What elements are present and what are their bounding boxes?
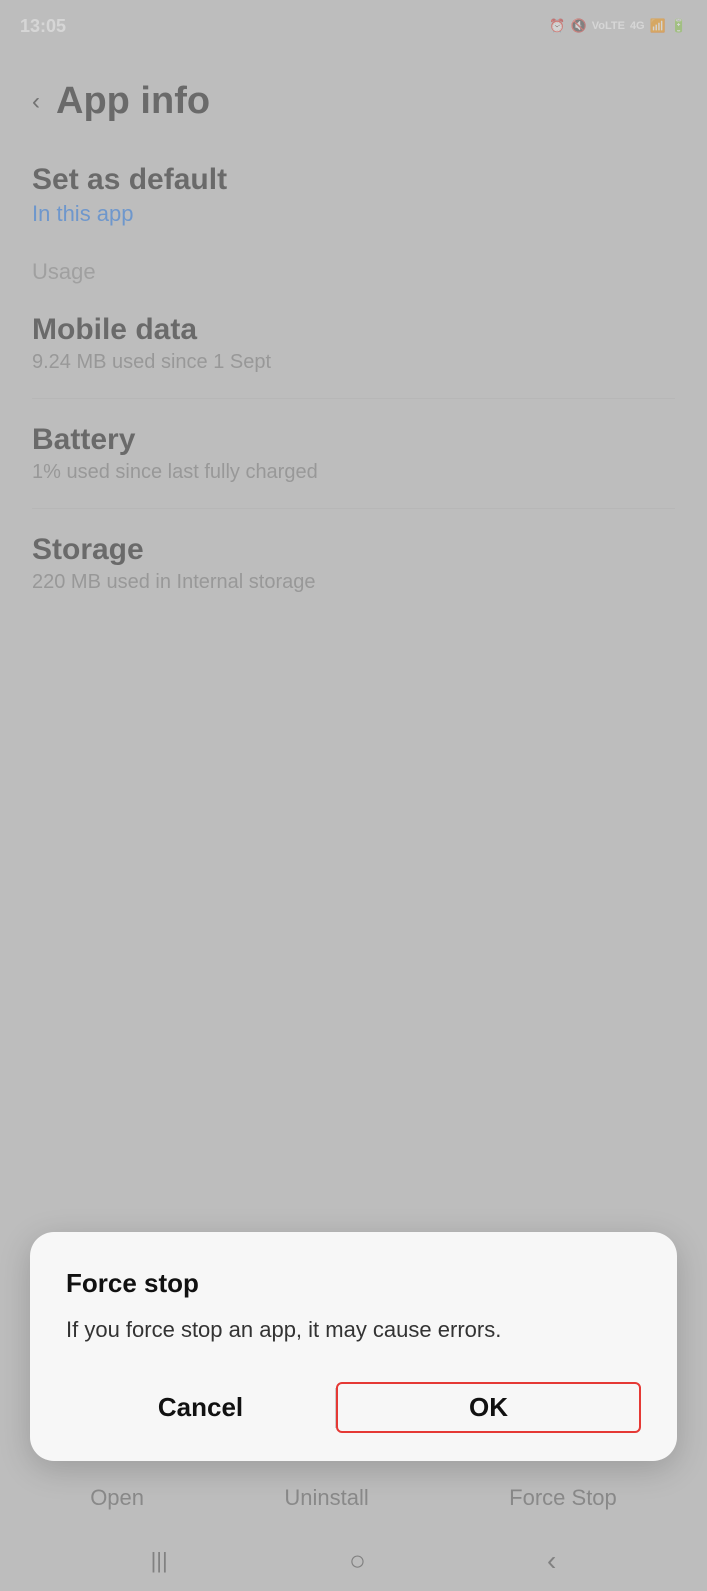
ok-button[interactable]: OK (336, 1382, 641, 1433)
cancel-button[interactable]: Cancel (66, 1392, 335, 1423)
force-stop-dialog: Force stop If you force stop an app, it … (30, 1232, 677, 1461)
dialog-message: If you force stop an app, it may cause e… (66, 1315, 641, 1346)
dialog-title: Force stop (66, 1268, 641, 1299)
dialog-buttons: Cancel OK (66, 1382, 641, 1433)
